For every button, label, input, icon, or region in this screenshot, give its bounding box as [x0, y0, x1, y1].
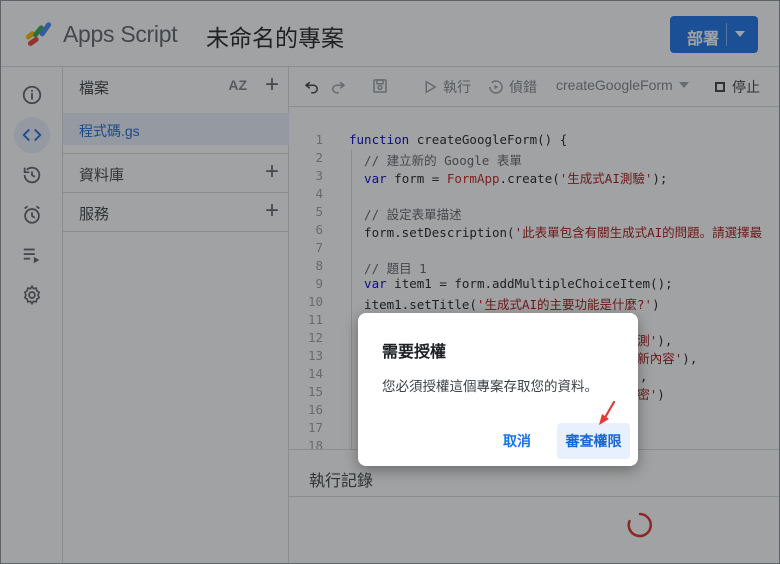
dialog-message: 您必須授權這個專案存取您的資料。	[382, 379, 598, 394]
dialog-title: 需要授權	[382, 344, 447, 361]
modal-overlay	[1, 1, 779, 563]
app-window: Apps Script 未命名的專案 部署 檔案 AZ + 程式碼.gs 資料庫…	[0, 0, 780, 564]
review-permissions-button[interactable]: 審查權限	[557, 423, 630, 459]
cancel-button[interactable]: 取消	[490, 423, 544, 459]
annotation-arrow-icon	[599, 400, 616, 425]
authorization-dialog: 需要授權 您必須授權這個專案存取您的資料。 取消 審查權限	[358, 313, 638, 466]
